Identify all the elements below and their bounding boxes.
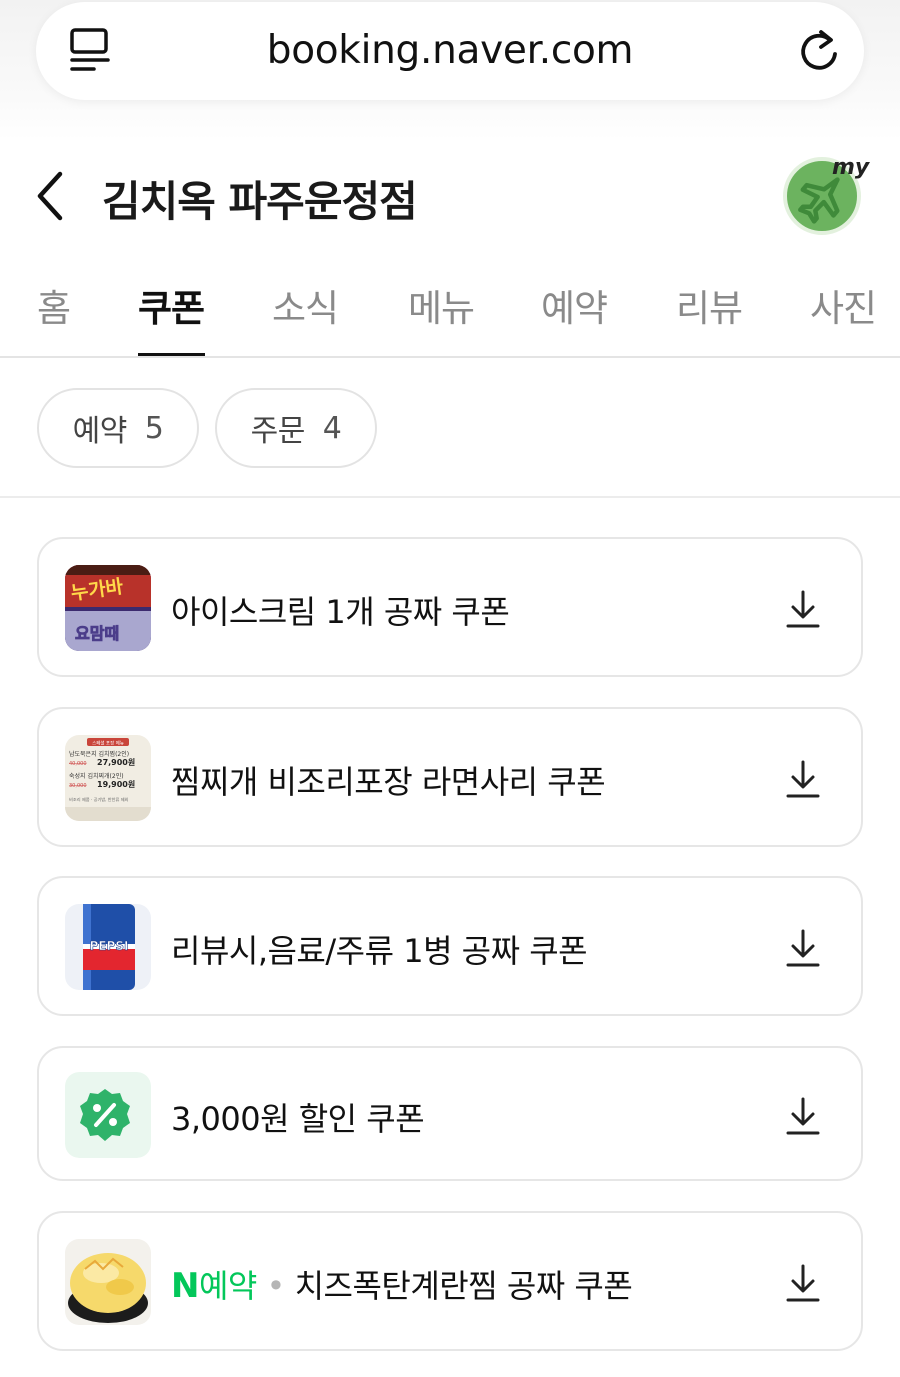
tab-menu[interactable]: 메뉴 <box>408 278 475 332</box>
filter-chip-order[interactable]: 주문 4 <box>215 388 377 468</box>
svg-text:숙성지 김치찌개(2인): 숙성지 김치찌개(2인) <box>69 772 124 780</box>
coupon-card[interactable]: 누가바 요맘때 아이스크림 1개 공짜 쿠폰 <box>37 537 863 677</box>
page-title: 김치옥 파주운정점 <box>102 177 418 226</box>
naver-n-logo: N <box>171 1266 199 1306</box>
my-label: my <box>832 155 871 180</box>
svg-text:남도묵은지 김치찜(2인): 남도묵은지 김치찜(2인) <box>69 750 129 758</box>
svg-text:19,900원: 19,900원 <box>97 779 135 789</box>
address-bar[interactable]: booking.naver.com <box>36 2 864 100</box>
coupon-title: 3,000원 할인 쿠폰 <box>171 1100 425 1138</box>
svg-text:40,000: 40,000 <box>69 761 87 767</box>
chip-count: 4 <box>322 410 342 446</box>
filter-chip-reservation[interactable]: 예약 5 <box>37 388 199 468</box>
tab-photo[interactable]: 사진 <box>810 278 877 332</box>
chevron-left-icon[interactable] <box>32 168 72 224</box>
svg-text:PEPSI: PEPSI <box>90 939 129 953</box>
svg-text:요맘때: 요맘때 <box>75 624 119 643</box>
coupon-title: 아이스크림 1개 공짜 쿠폰 <box>171 593 510 631</box>
browser-toolbar: booking.naver.com <box>0 0 900 140</box>
coupon-card[interactable]: 3,000원 할인 쿠폰 <box>37 1046 863 1181</box>
reservation-label: 예약 <box>198 1267 257 1305</box>
divider <box>0 356 900 358</box>
chip-label: 예약 <box>72 414 128 449</box>
menu-price-sign-photo: 스페셜 포장 메뉴 남도묵은지 김치찜(2인) 40,000 27,900원 숙… <box>65 735 151 821</box>
chip-label: 주문 <box>250 414 306 449</box>
download-icon[interactable] <box>785 1263 821 1303</box>
coupon-card[interactable]: N예약 • 치즈폭탄계란찜 공짜 쿠폰 <box>37 1211 863 1351</box>
coupon-title: 리뷰시,음료/주류 1병 공짜 쿠폰 <box>171 932 588 970</box>
download-icon[interactable] <box>785 759 821 799</box>
download-icon[interactable] <box>785 589 821 629</box>
tab-bar: 홈 쿠폰 소식 메뉴 예약 리뷰 사진 <box>0 270 900 358</box>
tab-news[interactable]: 소식 <box>272 278 339 332</box>
svg-text:27,900원: 27,900원 <box>97 757 135 767</box>
reload-icon[interactable] <box>796 26 842 76</box>
tab-home[interactable]: 홈 <box>37 278 71 332</box>
percent-badge-icon <box>65 1072 151 1158</box>
ice-cream-photo: 누가바 요맘때 <box>65 565 151 651</box>
svg-text:30,000: 30,000 <box>69 783 87 789</box>
coupon-card[interactable]: 스페셜 포장 메뉴 남도묵은지 김치찜(2인) 40,000 27,900원 숙… <box>37 707 863 847</box>
url-text[interactable]: booking.naver.com <box>156 28 744 73</box>
coupon-title-row: N예약 • 치즈폭탄계란찜 공짜 쿠폰 <box>171 1261 633 1307</box>
steamed-egg-photo <box>65 1239 151 1325</box>
coupon-title: 치즈폭탄계란찜 공짜 쿠폰 <box>294 1267 633 1305</box>
coupon-title: 찜찌개 비조리포장 라면사리 쿠폰 <box>171 763 606 801</box>
chip-count: 5 <box>144 410 164 446</box>
tab-reservation[interactable]: 예약 <box>541 278 608 332</box>
separator-dot: • <box>266 1267 286 1305</box>
tab-coupon[interactable]: 쿠폰 <box>138 278 205 332</box>
tab-list-icon[interactable] <box>68 26 112 74</box>
tab-review[interactable]: 리뷰 <box>676 278 743 332</box>
divider <box>0 496 900 498</box>
pepsi-can-photo: PEPSI <box>65 904 151 990</box>
svg-text:비조리 제품 · 공기밥, 반찬류 제외: 비조리 제품 · 공기밥, 반찬류 제외 <box>69 796 129 803</box>
svg-text:스페셜 포장 메뉴: 스페셜 포장 메뉴 <box>92 740 124 747</box>
coupon-card[interactable]: PEPSI 리뷰시,음료/주류 1병 공짜 쿠폰 <box>37 876 863 1016</box>
my-page-button[interactable]: my <box>780 152 872 236</box>
download-icon[interactable] <box>785 928 821 968</box>
download-icon[interactable] <box>785 1096 821 1136</box>
